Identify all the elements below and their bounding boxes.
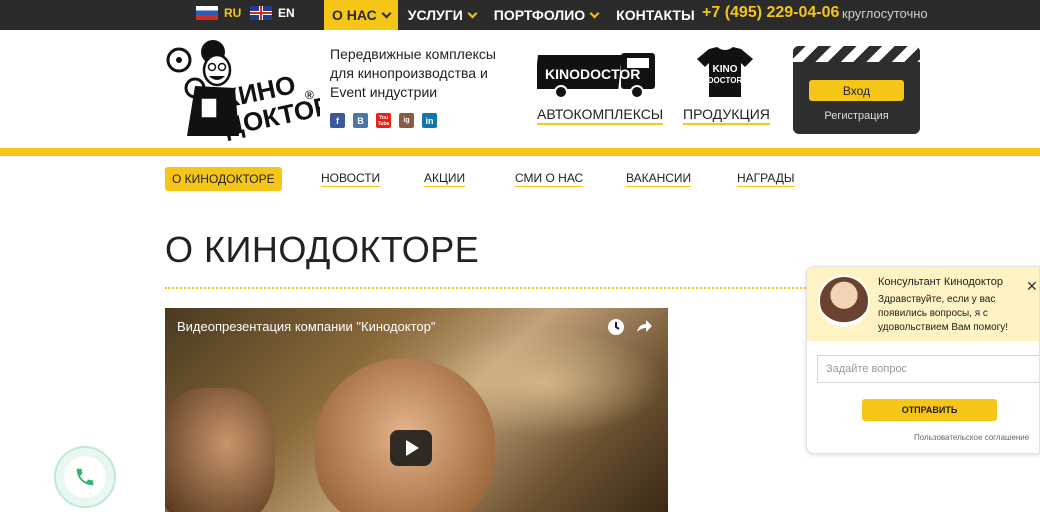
- question-input[interactable]: [817, 355, 1039, 383]
- consultant-name: Консультант Кинодоктор: [878, 276, 1003, 288]
- nav-label: О НАС: [332, 7, 377, 23]
- play-button[interactable]: [390, 430, 432, 466]
- svg-text:KINODOCTOR: KINODOCTOR: [545, 66, 640, 82]
- login-panel: Вход Регистрация: [793, 46, 920, 134]
- close-icon[interactable]: ✕: [1026, 278, 1038, 295]
- tagline: Передвижные комплексы для кинопроизводст…: [330, 46, 496, 100]
- subnav-item-promos[interactable]: АКЦИИ: [424, 167, 466, 191]
- callback-button[interactable]: [54, 446, 116, 508]
- video-frame-figure: [165, 388, 275, 512]
- login-button[interactable]: Вход: [809, 80, 904, 101]
- watch-later-icon[interactable]: [607, 318, 625, 336]
- chevron-down-icon: [381, 8, 392, 18]
- subnav-item-news[interactable]: НОВОСТИ: [321, 167, 381, 191]
- phone-icon: [76, 468, 94, 486]
- nav-about[interactable]: О НАС: [324, 0, 398, 30]
- youtube-icon[interactable]: You Tube: [376, 113, 391, 128]
- user-agreement-link[interactable]: Пользовательское соглашение: [914, 433, 1029, 442]
- language-code: EN: [278, 6, 295, 20]
- subnav-label: ВАКАНСИИ: [626, 171, 692, 187]
- nav-label: ПОРТФОЛИО: [493, 7, 586, 23]
- tshirt-image: KINO DOCTOR: [697, 47, 753, 97]
- facebook-icon[interactable]: f: [330, 113, 345, 128]
- subnav-label: АКЦИИ: [424, 171, 466, 187]
- chevron-down-icon: [589, 8, 600, 18]
- register-link[interactable]: Регистрация: [793, 110, 920, 122]
- phone-link[interactable]: +7 (495) 229-04-06: [702, 4, 839, 22]
- subnav-item-press[interactable]: СМИ О НАС: [515, 167, 584, 191]
- truck-image: KINODOCTOR: [534, 53, 655, 99]
- video-title[interactable]: Видеопрезентация компании "Кинодоктор": [177, 319, 436, 334]
- main-nav: О НАС УСЛУГИ ПОРТФОЛИО КОНТАКТЫ: [324, 0, 703, 30]
- share-icon[interactable]: [635, 318, 653, 336]
- send-button[interactable]: ОТПРАВИТЬ: [862, 399, 997, 421]
- video-player[interactable]: Видеопрезентация компании "Кинодоктор": [165, 308, 668, 512]
- subnav-label: НАГРАДЫ: [737, 171, 795, 187]
- language-code: RU: [224, 6, 242, 20]
- subnav-item-vacancies[interactable]: ВАКАНСИИ: [626, 167, 692, 191]
- nav-label: УСЛУГИ: [407, 7, 463, 23]
- chat-widget: Консультант Кинодоктор Здравствуйте, есл…: [806, 266, 1040, 454]
- product-label: ПРОДУКЦИЯ: [683, 106, 770, 125]
- russia-flag-icon: [196, 6, 218, 20]
- nav-label: КОНТАКТЫ: [616, 7, 695, 23]
- registered-mark: ®: [305, 88, 314, 102]
- page-title: О КИНОДОКТОРЕ: [165, 229, 480, 270]
- clapperboard-stripes: [793, 46, 920, 62]
- title-divider: [165, 287, 810, 289]
- callback-inner: [64, 456, 106, 498]
- chevron-down-icon: [467, 8, 478, 18]
- subnav-item-about[interactable]: О КИНОДОКТОРЕ: [165, 167, 282, 191]
- kinodoctor-logo[interactable]: КИНО ДОКТОР: [165, 36, 334, 146]
- language-en[interactable]: EN: [250, 6, 295, 20]
- uk-flag-icon: [250, 6, 272, 20]
- product-merch[interactable]: KINO DOCTOR ПРОДУКЦИЯ: [683, 45, 770, 125]
- hours-text: круглосуточно: [842, 6, 928, 21]
- nav-contacts[interactable]: КОНТАКТЫ: [608, 0, 702, 30]
- consultant-message: Здравствуйте, если у вас появились вопро…: [878, 294, 1009, 333]
- linkedin-icon[interactable]: in: [422, 113, 437, 128]
- consultant-avatar: [818, 275, 870, 327]
- instagram-icon[interactable]: ig: [399, 113, 414, 128]
- subnav-item-awards[interactable]: НАГРАДЫ: [737, 167, 795, 191]
- svg-text:DOCTOR: DOCTOR: [708, 76, 743, 85]
- logo-graphic: КИНО ДОКТОР: [166, 40, 334, 142]
- social-links: f В You Tube ig in: [330, 113, 437, 128]
- subnav-label: О КИНОДОКТОРЕ: [165, 167, 282, 191]
- header-divider: [0, 148, 1040, 156]
- subnav-label: НОВОСТИ: [321, 171, 381, 187]
- nav-services[interactable]: УСЛУГИ: [400, 0, 484, 30]
- subnav-label: СМИ О НАС: [515, 171, 584, 187]
- vk-icon[interactable]: В: [353, 113, 368, 128]
- language-ru[interactable]: RU: [196, 6, 241, 20]
- top-bar: RU EN О НАС УСЛУГИ ПОРТФОЛИО КОНТАКТЫ +7…: [0, 0, 1040, 30]
- nav-portfolio[interactable]: ПОРТФОЛИО: [486, 0, 606, 30]
- product-autocomplexes[interactable]: KINODOCTOR АВТОКОМПЛЕКСЫ: [534, 45, 664, 125]
- product-label: АВТОКОМПЛЕКСЫ: [537, 106, 664, 125]
- svg-text:KINO: KINO: [713, 64, 738, 75]
